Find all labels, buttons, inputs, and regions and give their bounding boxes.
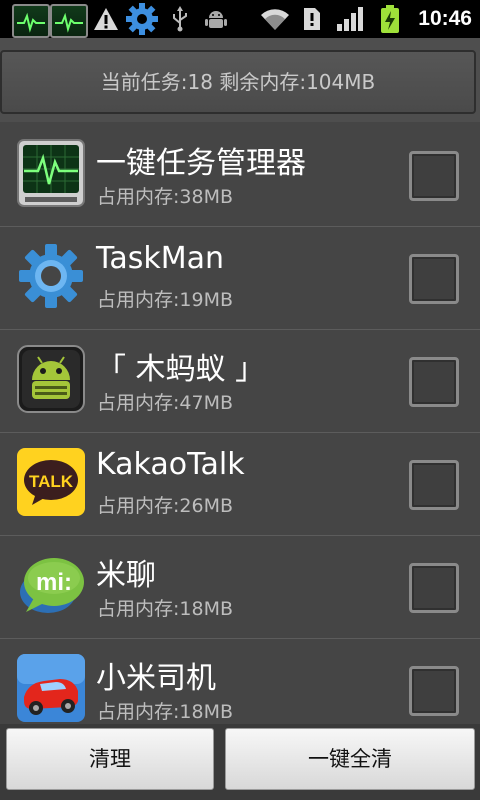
action-bar: 清理 一键全清 (0, 724, 480, 800)
app-memory: 占用内存:26MB (97, 495, 234, 517)
app-memory: 占用内存:47MB (97, 392, 234, 414)
app-name: KakaoTalk (96, 447, 245, 482)
select-checkbox[interactable] (409, 563, 459, 613)
app-name: 小米司机 (96, 661, 216, 696)
kakaotalk-icon-label: TALK (29, 472, 74, 491)
wifi-icon (258, 0, 292, 38)
battery-charging-icon (378, 0, 402, 38)
list-item[interactable]: 一键任务管理器 占用内存:38MB (0, 124, 480, 227)
clean-all-button[interactable]: 一键全清 (225, 728, 475, 790)
list-item[interactable]: 「 木蚂蚁 」 占用内存:47MB (0, 330, 480, 433)
summary-panel: 当前任务:18 剩余内存:104MB (0, 50, 476, 114)
miliao-icon-label: mi: (36, 569, 72, 596)
select-checkbox[interactable] (409, 460, 459, 510)
app-memory: 占用内存:18MB (97, 701, 234, 723)
sim-icon (302, 0, 322, 38)
task-monitor-thumb-icon (12, 4, 50, 38)
running-app-list[interactable]: 一键任务管理器 占用内存:38MB TaskMan 占用内存:19MB 「 木蚂… (0, 124, 480, 724)
task-manager-screen: 10:46 当前任务:18 剩余内存:104MB 一键任务管理器 占用内存:38… (0, 0, 480, 800)
car-icon (16, 653, 86, 723)
select-checkbox[interactable] (409, 151, 459, 201)
list-item[interactable]: TaskMan 占用内存:19MB (0, 227, 480, 330)
app-memory: 占用内存:19MB (97, 289, 234, 311)
usb-icon (168, 0, 192, 38)
status-bar: 10:46 (0, 0, 480, 38)
list-item[interactable]: 小米司机 占用内存:18MB (0, 639, 480, 724)
kakaotalk-icon: TALK (16, 447, 86, 517)
app-name: 一键任务管理器 (96, 146, 306, 181)
app-name: TaskMan (96, 241, 225, 276)
signal-icon (334, 0, 368, 38)
list-item[interactable]: mi: 米聊 占用内存:18MB (0, 536, 480, 639)
app-name: 「 木蚂蚁 」 (96, 352, 266, 387)
gear-icon (16, 241, 86, 311)
miliao-icon: mi: (16, 550, 86, 620)
heart-monitor-icon (16, 138, 86, 208)
android-icon (202, 0, 230, 38)
select-checkbox[interactable] (409, 666, 459, 716)
warning-icon (92, 0, 120, 38)
select-checkbox[interactable] (409, 254, 459, 304)
task-monitor-thumb-icon (50, 4, 88, 38)
status-clock: 10:46 (418, 7, 472, 30)
android-robot-icon (16, 344, 86, 414)
select-checkbox[interactable] (409, 357, 459, 407)
list-item[interactable]: TALK KakaoTalk 占用内存:26MB (0, 433, 480, 536)
task-memory-summary: 当前任务:18 剩余内存:104MB (100, 70, 376, 94)
clean-button[interactable]: 清理 (6, 728, 214, 790)
app-memory: 占用内存:38MB (97, 186, 234, 208)
app-name: 米聊 (96, 558, 156, 593)
gear-icon (124, 0, 160, 38)
app-memory: 占用内存:18MB (97, 598, 234, 620)
summary-bar: 当前任务:18 剩余内存:104MB (0, 38, 480, 122)
